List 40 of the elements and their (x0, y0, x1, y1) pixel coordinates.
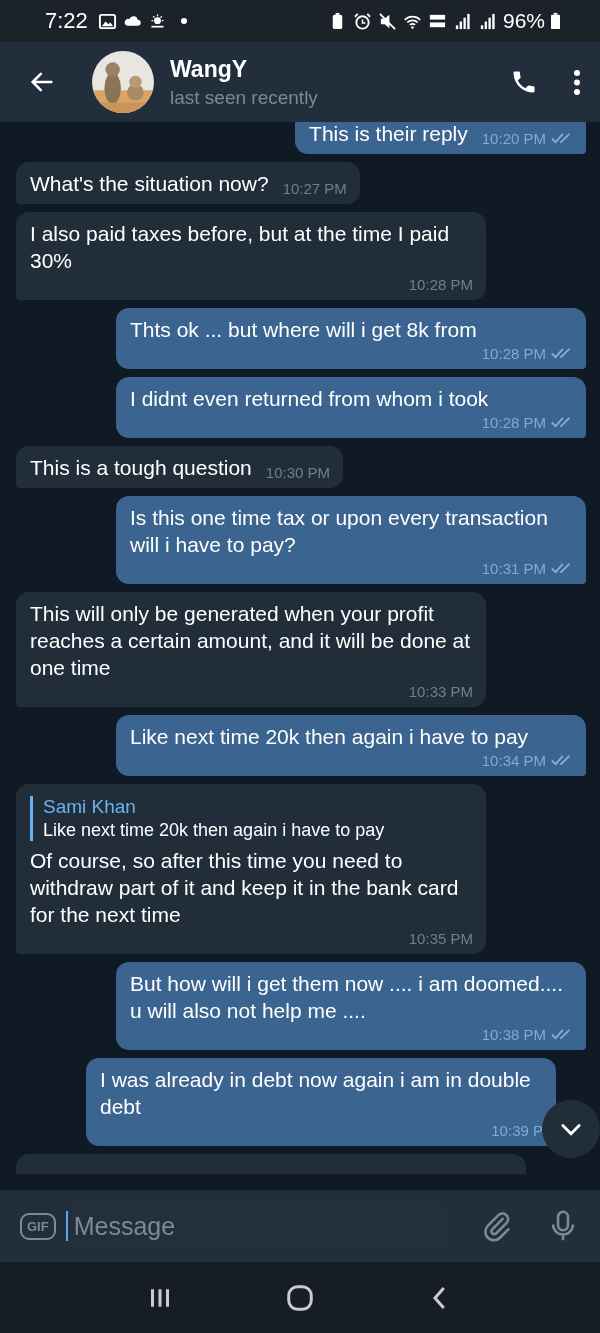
more-icon (574, 69, 580, 95)
message-time: 10:28 PM (481, 414, 546, 431)
message-text: What's the situation now? (30, 171, 269, 197)
home-icon[interactable] (285, 1282, 315, 1313)
contact-name: WangY (170, 55, 249, 83)
battery-icon (551, 12, 560, 30)
message-text: Like next time 20k then again i have to pay (130, 724, 529, 750)
gif-button[interactable]: GIF (20, 1212, 56, 1240)
dot-icon (180, 18, 187, 24)
reply-text: Like next time 20k then again i have to pay (43, 820, 386, 841)
message-time: 10:34 PM (481, 752, 546, 769)
mute-icon (377, 11, 397, 31)
message-text: I was already in debt now again i am in double debt (100, 1067, 532, 1120)
message-time: 10:35 PM (408, 930, 473, 947)
message-text: This is a tough question (30, 455, 252, 481)
message-text: Thts ok ... but where will i get 8k from (130, 317, 477, 343)
message-text: But how will i get them now .... i am doomed.... u will also not help me .... (130, 971, 565, 1024)
message-time: 10:39 P (491, 1122, 543, 1139)
message-text: I also paid taxes before, but at the time I paid 30% (30, 221, 451, 274)
message-text: Is this one time tax or upon every transaction will i have to pay? (130, 505, 549, 558)
message-time: 10:27 PM (282, 180, 347, 197)
last-seen-status: last seen recently (170, 86, 318, 109)
message-time: 10:33 PM (408, 683, 473, 700)
message-text: This is their reply (309, 122, 468, 147)
alarm-icon (352, 11, 372, 31)
message-text: I didnt even returned from whom i took (130, 386, 489, 412)
reply-quote[interactable]: Sami Khan Like next time 20k then again i have to pay (30, 796, 473, 841)
message-time: 10:38 PM (481, 1026, 546, 1043)
gallery-icon (97, 11, 117, 31)
status-time: 7:22 (45, 8, 88, 34)
reply-author: Sami Khan (43, 796, 137, 818)
message-text: Of course, so after this time you need to withdraw part of it and keep it in the bank card for the next time (30, 848, 460, 928)
message-time: 10:28 PM (408, 276, 473, 293)
message-time: 10:28 PM (481, 345, 546, 362)
message-time: 10:31 PM (481, 560, 546, 577)
message-text: This will only be generated when your profit reaches a certain amount, and it will be done at one time (30, 601, 472, 681)
message-input[interactable]: Message (73, 1211, 448, 1241)
message-time: 10:20 PM (481, 130, 546, 147)
message-time: 10:30 PM (265, 464, 331, 481)
battery-percent: 96% (502, 9, 545, 33)
